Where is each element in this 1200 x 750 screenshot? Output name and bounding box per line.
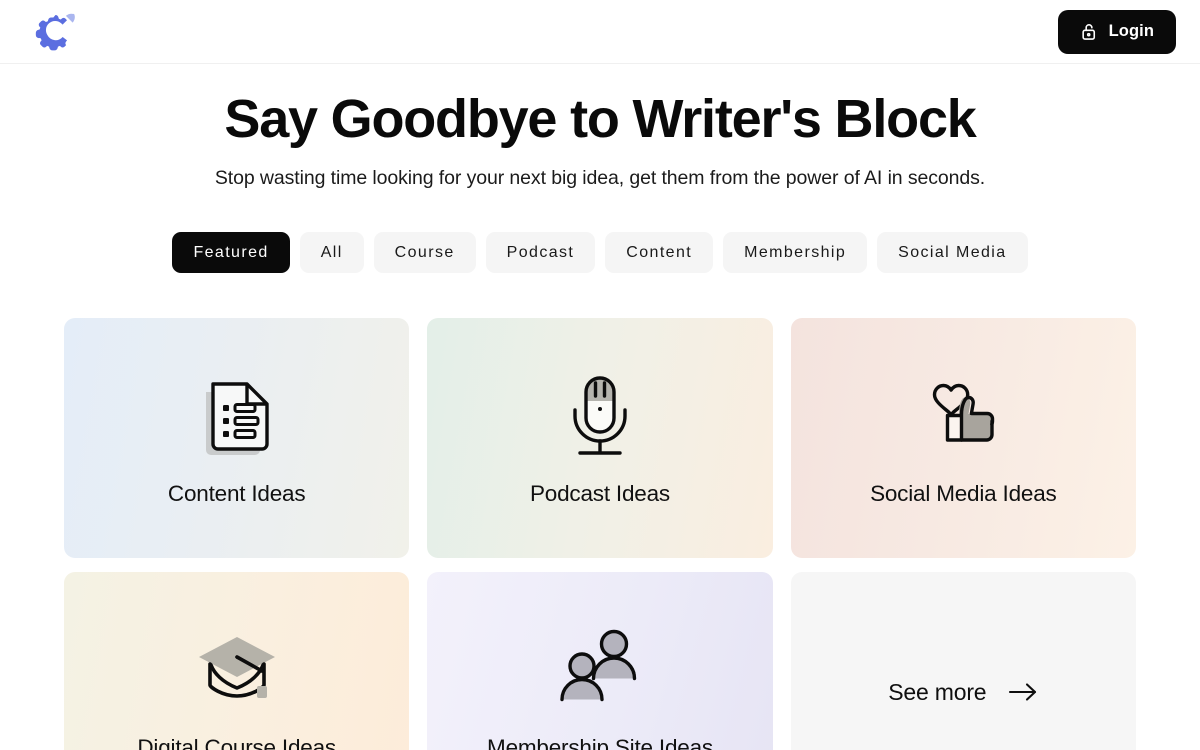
card-title: Membership Site Ideas — [487, 735, 713, 750]
see-more-card[interactable]: See more — [790, 572, 1136, 750]
unlock-icon — [1081, 24, 1095, 40]
gear-rocket-logo — [35, 13, 75, 50]
document-list-icon — [205, 382, 269, 456]
microphone-icon — [573, 376, 627, 456]
card-title: Social Media Ideas — [870, 481, 1057, 507]
page-title: Say Goodbye to Writer's Block — [224, 89, 976, 149]
logo-link[interactable] — [32, 10, 78, 54]
card-icon-wrap — [193, 623, 281, 719]
arrow-right-icon — [1009, 683, 1037, 702]
card-content-ideas[interactable]: Content Ideas — [64, 318, 410, 559]
card-icon-wrap — [556, 623, 644, 719]
graduation-cap-icon — [198, 637, 275, 699]
tab-membership[interactable]: Membership — [723, 232, 868, 274]
page-subtitle: Stop wasting time looking for your next … — [214, 167, 986, 190]
app-header: Login — [0, 0, 1200, 64]
heart-thumbs-up-icon — [933, 384, 995, 443]
card-icon-wrap — [564, 369, 636, 465]
tab-social-media[interactable]: Social Media — [877, 232, 1028, 274]
tab-podcast[interactable]: Podcast — [485, 232, 596, 274]
filter-tabs: Featured All Course Podcast Content Memb… — [0, 232, 1200, 274]
login-button-label: Login — [1108, 22, 1154, 40]
tab-all[interactable]: All — [299, 232, 364, 274]
card-icon-wrap — [198, 369, 276, 465]
see-more-label: See more — [888, 678, 987, 705]
hero-section: Say Goodbye to Writer's Block Stop wasti… — [0, 64, 1200, 190]
card-digital-course-ideas[interactable]: Digital Course Ideas — [64, 572, 410, 750]
two-people-icon — [560, 630, 637, 702]
tab-featured[interactable]: Featured — [172, 232, 290, 274]
card-title: Content Ideas — [167, 481, 306, 507]
card-social-media-ideas[interactable]: Social Media Ideas — [790, 318, 1136, 559]
login-button[interactable]: Login — [1057, 9, 1176, 54]
card-icon-wrap — [921, 369, 1005, 465]
card-title: Digital Course Ideas — [137, 735, 336, 750]
card-podcast-ideas[interactable]: Podcast Ideas — [427, 318, 773, 559]
idea-card-grid: Content Ideas Podcast Ideas Social Media… — [64, 318, 1136, 750]
tab-content[interactable]: Content — [605, 232, 714, 274]
tab-course[interactable]: Course — [373, 232, 476, 274]
card-membership-site-ideas[interactable]: Membership Site Ideas — [427, 572, 773, 750]
card-title: Podcast Ideas — [529, 481, 670, 507]
